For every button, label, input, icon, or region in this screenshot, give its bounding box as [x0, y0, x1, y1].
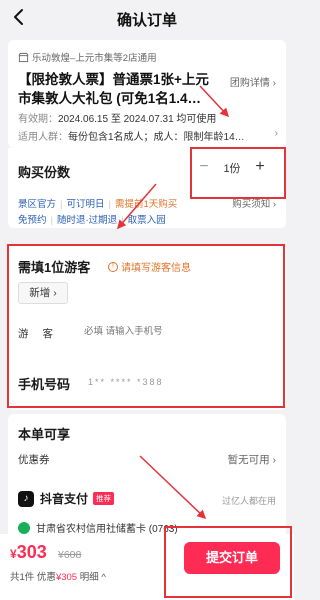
submit-order-button[interactable]: 提交订单: [184, 542, 280, 574]
visitor-label: 需填1位游客: [18, 260, 91, 275]
price-value: 303: [16, 542, 47, 562]
quantity-label: 购买份数: [18, 165, 71, 180]
store-icon: [18, 52, 29, 62]
payment-method-row[interactable]: ♪ 抖音支付 推荐: [18, 490, 115, 507]
douyin-pay-icon: ♪: [18, 490, 34, 507]
bank-card-row[interactable]: 甘肃省农村信用社储蓄卡 (0763): [18, 520, 178, 535]
order-summary[interactable]: 共1件 优惠¥305 明细 ^: [10, 569, 106, 583]
summary-discount: ¥305: [55, 572, 78, 583]
increase-button[interactable]: +: [250, 158, 270, 178]
warning-icon: !: [108, 261, 118, 272]
visitor-warning-text: 请填写游客信息: [121, 263, 191, 274]
total-price: ¥303: [10, 542, 47, 563]
original-price: ¥608: [58, 549, 82, 561]
tag-ticket-entry: 取票入园: [127, 215, 166, 226]
quantity-value: 1份: [223, 163, 241, 175]
bank-icon: [18, 521, 30, 534]
payment-card: ♪ 抖音支付 推荐 过亿人都在用 甘肃省农村信用社储蓄卡 (0763): [8, 480, 286, 536]
validity-value: 2024.06.15 至 2024.07.31 均可使用: [58, 114, 217, 125]
page-title: 确认订单: [116, 12, 177, 29]
tag-no-reservation: 免预约: [18, 215, 47, 226]
recommend-badge: 推荐: [93, 492, 115, 505]
people-value: 每份包含1名成人；成人：限制年龄14…: [68, 132, 245, 143]
summary-prefix: 共1件 优惠: [10, 572, 56, 583]
tag-official: 景区官方: [18, 199, 57, 210]
product-title: 【限抢敦人票】普通票1张+上元市集敦人大礼包 (可免1名1.4…: [18, 72, 209, 106]
bottom-bar: ¥303 ¥608 共1件 优惠¥305 明细 ^ 提交订单: [0, 534, 294, 600]
summary-detail: 明细 ^: [77, 572, 106, 583]
people-label: 适用人群：: [18, 132, 68, 143]
currency-symbol: ¥: [10, 547, 17, 561]
validity-label: 有效期：: [18, 114, 58, 125]
product-detail-link[interactable]: 团购详情 ›: [230, 74, 276, 89]
decrease-button[interactable]: −: [194, 158, 214, 178]
discount-title: 本单可享: [18, 427, 71, 442]
tag-refund: 随时退·过期退: [56, 215, 118, 226]
feature-tags-row-2: 免预约 | 随时退·过期退 | 取票入园: [18, 215, 166, 226]
guest-label: 游客: [18, 328, 67, 340]
payment-note: 过亿人都在用: [221, 496, 276, 506]
applicable-people-row[interactable]: 适用人群：每份包含1名成人；成人：限制年龄14…: [18, 128, 273, 143]
guest-phone-input[interactable]: [84, 326, 234, 337]
header-bar: 确认订单: [0, 0, 294, 36]
coupon-value[interactable]: 暂无可用 ›: [228, 452, 276, 467]
phone-label: 手机号码: [18, 377, 71, 392]
visitor-warning: ! 请填写游客信息: [108, 259, 191, 274]
tag-book-tomorrow: 可订明日: [66, 199, 105, 210]
visitor-card: 需填1位游客 ! 请填写游客信息 新增 › 游客 手机号码 1** **** *…: [8, 244, 286, 410]
chevron-right-icon: ›: [274, 128, 278, 139]
feature-tags-row-1: 景区官方 | 可订明日 | 需提前1天购买: [18, 199, 178, 210]
purchase-notice-link[interactable]: 购买须知 ›: [232, 196, 276, 210]
product-card: 乐动敦煌–上元市集等2店通用 【限抢敦人票】普通票1张+上元市集敦人大礼包 (可…: [8, 40, 286, 148]
tag-advance-purchase: 需提前1天购买: [114, 199, 178, 210]
coupon-label: 优惠券: [18, 454, 50, 466]
phone-value[interactable]: 1** **** *388: [88, 377, 164, 387]
validity-row: 有效期：2024.06.15 至 2024.07.31 均可使用: [18, 110, 216, 125]
bank-card-text: 甘肃省农村信用社储蓄卡 (0763): [36, 524, 178, 535]
merchant-name: 乐动敦煌–上元市集等2店通用: [32, 53, 157, 64]
quantity-stepper: − 1份 +: [194, 158, 270, 178]
quantity-card: 购买份数 − 1份 + 景区官方 | 可订明日 | 需提前1天购买 购买须知 › 免预约…: [8, 148, 286, 228]
add-visitor-button[interactable]: 新增 ›: [18, 282, 68, 304]
merchant-row[interactable]: 乐动敦煌–上元市集等2店通用: [18, 50, 157, 64]
payment-name: 抖音支付: [40, 492, 89, 506]
